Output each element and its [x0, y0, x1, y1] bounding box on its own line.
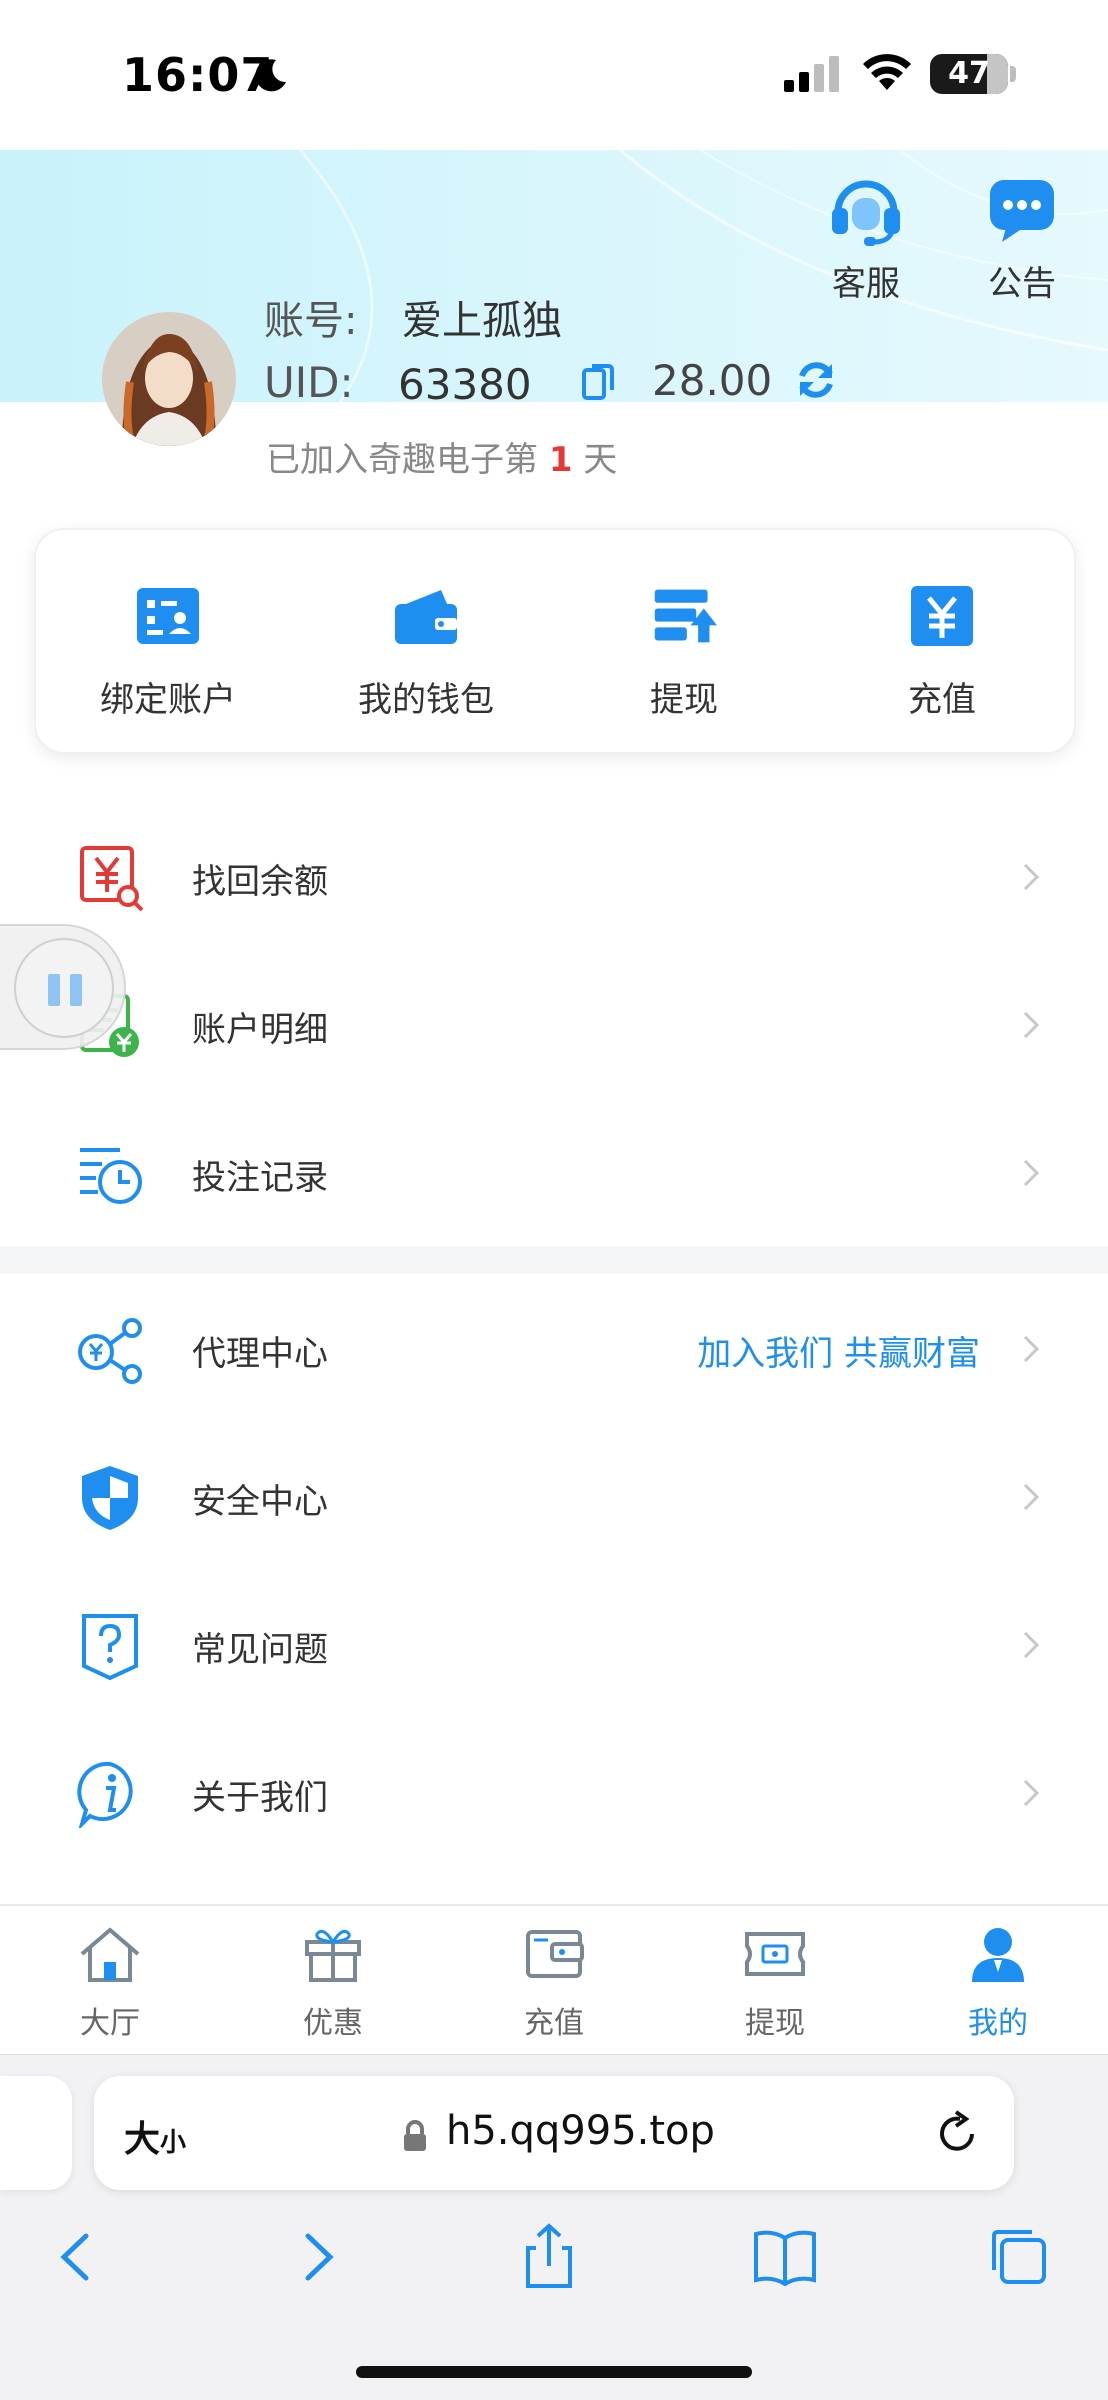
menu-item-security-center[interactable]: 安全中心 [0, 1424, 1108, 1572]
tab-label-lobby: 大厅 [80, 2006, 140, 2041]
chevron-right-icon [1023, 863, 1040, 891]
uid-value: 63380 [398, 360, 532, 409]
uid-label: UID: [264, 358, 354, 407]
my-wallet-button[interactable]: 我的钱包 [326, 586, 526, 721]
account-name: 爱上孤独 [402, 298, 562, 344]
battery-icon: 47 [930, 54, 1008, 94]
bind-account-label: 绑定账户 [100, 680, 236, 720]
tab-promotions[interactable]: 优惠 [253, 1924, 413, 2042]
moon-icon [255, 59, 286, 92]
bottom-tab-bar: 大厅 优惠 充值 提现 我的 [0, 1904, 1108, 2054]
refresh-icon[interactable] [794, 358, 838, 402]
reload-icon[interactable] [936, 2110, 980, 2156]
bind-account-icon [137, 588, 199, 644]
chevron-right-icon [1023, 1631, 1040, 1659]
bookmarks-icon[interactable] [750, 2222, 820, 2292]
announcement-label: 公告 [988, 264, 1056, 304]
recharge-icon [911, 586, 973, 646]
faq-icon [82, 1614, 138, 1680]
tab-recharge[interactable]: 充值 [474, 1924, 634, 2042]
home-indicator [356, 2366, 752, 2378]
my-wallet-label: 我的钱包 [358, 680, 494, 720]
announcement-button[interactable]: 公告 [962, 176, 1082, 305]
agent-promo-text: 加入我们 共赢财富 [697, 1334, 980, 1374]
recharge-button[interactable]: 充值 [842, 586, 1042, 721]
chevron-right-icon [1023, 1335, 1040, 1363]
previous-tab-preview[interactable] [0, 2076, 72, 2190]
section-divider [0, 1246, 1108, 1274]
withdraw-button[interactable]: 提现 [584, 586, 784, 721]
join-prefix: 已加入奇趣电子第 [266, 440, 538, 480]
info-icon [77, 1761, 133, 1828]
forward-icon[interactable] [282, 2222, 352, 2292]
withdraw-icon [654, 589, 717, 643]
lock-icon [404, 2120, 426, 2151]
menu-item-agent-center[interactable]: 代理中心 加入我们 共赢财富 [0, 1276, 1108, 1424]
headset-icon [832, 180, 900, 246]
wifi-icon [863, 54, 911, 90]
menu-label-recover-balance: 找回余额 [192, 862, 328, 902]
menu-item-about-us[interactable]: 关于我们 [0, 1720, 1108, 1868]
menu-item-bet-record[interactable]: 投注记录 [0, 1100, 1108, 1248]
customer-service-label: 客服 [832, 264, 900, 304]
bet-record-icon [80, 1148, 142, 1204]
chevron-right-icon [1023, 1483, 1040, 1511]
menu-item-faq[interactable]: 常见问题 [0, 1572, 1108, 1720]
join-days-text: 已加入奇趣电子第 1 天 [266, 432, 617, 481]
tab-label-promotions: 优惠 [303, 2006, 363, 2041]
agent-center-icon [78, 1318, 142, 1384]
wallet-icon [395, 590, 457, 644]
cellular-signal-icon [784, 56, 839, 92]
gift-icon [305, 1929, 361, 1982]
tabs-icon[interactable] [984, 2222, 1054, 2292]
security-shield-icon [82, 1466, 138, 1530]
menu-label-about-us: 关于我们 [192, 1778, 328, 1818]
balance-amount: 28.00 [652, 356, 773, 405]
chat-bubble-icon [990, 180, 1054, 242]
status-bar: 16:07 47 [0, 0, 1108, 150]
tab-mine[interactable]: 我的 [918, 1924, 1078, 2042]
home-icon [80, 1927, 140, 1982]
recharge-tab-icon [526, 1930, 584, 1978]
back-icon[interactable] [42, 2222, 112, 2292]
join-suffix: 天 [583, 440, 618, 480]
chevron-right-icon [1023, 1011, 1040, 1039]
menu-label-account-detail: 账户明细 [192, 1010, 328, 1050]
text-size-button[interactable]: 大小 [124, 2110, 186, 2162]
tab-withdraw[interactable]: 提现 [695, 1924, 855, 2042]
withdraw-tab-icon [745, 1932, 805, 1976]
menu-item-recover-balance[interactable]: 找回余额 [0, 804, 1108, 952]
url-text[interactable]: h5.qq995.top [446, 2108, 715, 2154]
join-days-count: 1 [548, 440, 573, 480]
text-size-large: 大 [124, 2119, 161, 2160]
share-icon[interactable] [514, 2222, 584, 2292]
pause-icon [48, 974, 82, 1006]
battery-level: 47 [948, 56, 990, 91]
tab-label-mine: 我的 [968, 2006, 1028, 2041]
battery-cap [1010, 66, 1016, 82]
quick-actions-card: 绑定账户 我的钱包 提现 充值 [34, 528, 1076, 754]
bind-account-button[interactable]: 绑定账户 [68, 586, 268, 721]
customer-service-button[interactable]: 客服 [806, 176, 926, 305]
menu-item-account-detail[interactable]: 账户明细 [0, 952, 1108, 1100]
floating-pause-button[interactable] [0, 924, 126, 1050]
profile-icon [972, 1928, 1024, 1982]
menu-label-security-center: 安全中心 [192, 1482, 328, 1522]
tab-label-recharge: 充值 [524, 2006, 584, 2041]
copy-icon[interactable] [580, 362, 616, 402]
withdraw-label: 提现 [650, 680, 718, 720]
account-label: 账号: [264, 298, 358, 344]
menu-label-faq: 常见问题 [192, 1630, 328, 1670]
menu-label-bet-record: 投注记录 [192, 1158, 328, 1198]
avatar[interactable] [102, 312, 236, 446]
chevron-right-icon [1023, 1159, 1040, 1187]
text-size-small: 小 [160, 2128, 187, 2158]
recover-balance-icon [80, 846, 144, 912]
tab-label-withdraw: 提现 [745, 2006, 805, 2041]
tab-lobby[interactable]: 大厅 [30, 1924, 190, 2042]
chevron-right-icon [1023, 1779, 1040, 1807]
menu-label-agent-center: 代理中心 [192, 1334, 328, 1374]
recharge-label: 充值 [908, 680, 976, 720]
